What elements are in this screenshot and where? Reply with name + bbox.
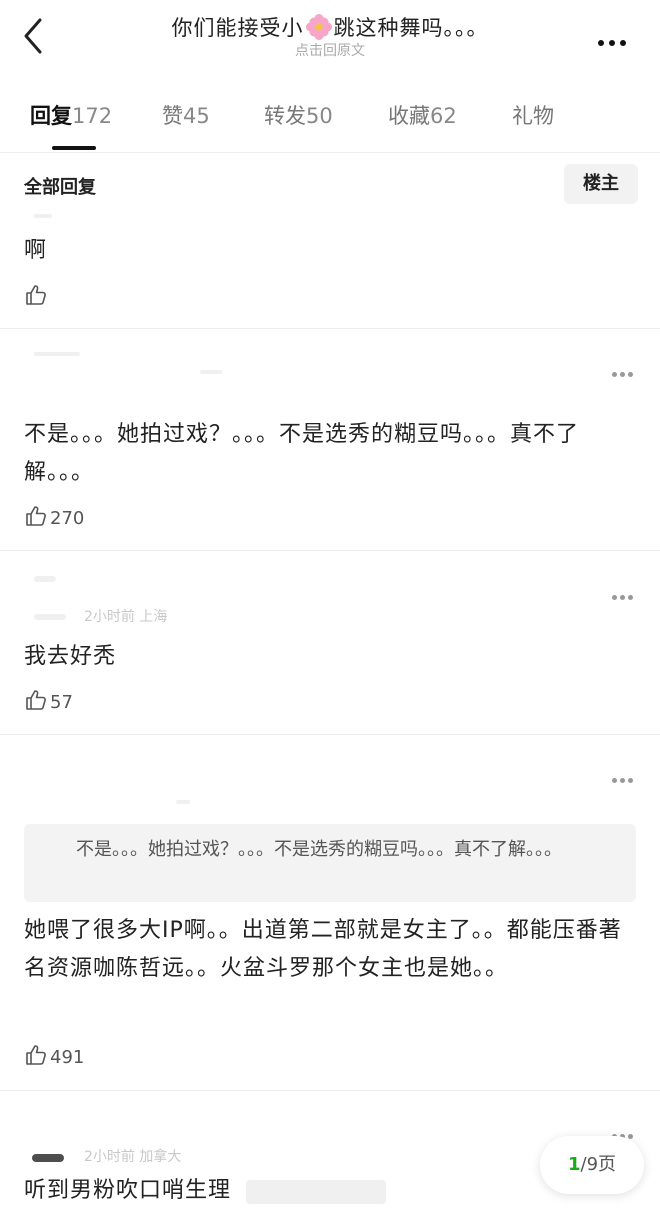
back-to-original-link[interactable]: 点击回原文 [0,40,660,60]
comment-text: 不是。。。她拍过戏？。。。不是选秀的糊豆吗。。。真不了解。。。 [24,422,580,485]
all-replies-label[interactable]: 全部回复 [24,173,96,199]
tab-replies[interactable]: 回复172 [30,100,112,130]
avatar [34,214,52,218]
divider [0,1090,660,1091]
comment-meta: 2小时前 上海 [84,609,168,625]
like-button[interactable] [24,283,50,307]
comment-more-icon[interactable] [612,362,638,377]
divider [0,328,660,329]
comment-text: 我去好秃 [24,644,117,669]
tab-label: 礼物 [512,104,554,128]
username [34,614,66,620]
comment-more-icon[interactable] [612,1124,638,1139]
tab-likes[interactable]: 赞45 [162,100,210,130]
current-page: 1 [567,1154,581,1175]
comment-text: 她喂了很多大IP啊。。出道第二部就是女主了。。都能压番著名资源咖陈哲远。。火盆斗… [24,918,622,981]
post-title[interactable]: 你们能接受小 跳这种舞吗。。。 [0,12,660,42]
like-count: 491 [50,1047,85,1068]
blurred-text [246,1180,386,1204]
like-button[interactable]: 491 [24,1043,85,1068]
avatar [34,576,56,582]
avatar [34,352,80,356]
tab-label: 收藏 [388,104,430,128]
tab-count: 172 [72,104,113,128]
divider [0,152,660,153]
tab-label: 转发 [264,104,306,128]
tab-bar: 回复172 赞45 转发50 收藏62 礼物 [0,100,660,150]
comment-text: 啊 [24,238,48,263]
divider [0,734,660,735]
quoted-reply-text: 不是。。。她拍过戏？。。。不是选秀的糊豆吗。。。真不了解。。。 [76,839,562,860]
tab-count: 62 [430,104,457,128]
quoted-reply[interactable]: 不是。。。她拍过戏？。。。不是选秀的糊豆吗。。。真不了解。。。 [24,824,636,902]
like-button[interactable]: 57 [24,688,73,713]
like-count: 270 [50,508,85,529]
more-icon[interactable] [598,31,634,46]
tab-label: 赞 [162,104,183,128]
tab-gifts[interactable]: 礼物 [512,100,554,130]
tab-count: 45 [183,104,210,128]
tab-reposts[interactable]: 转发50 [264,100,333,130]
tab-favorites[interactable]: 收藏62 [388,100,457,130]
like-count: 57 [50,692,73,713]
total-pages: /9页 [580,1154,617,1175]
thumb-up-icon [26,690,46,710]
thumb-up-icon [26,285,46,305]
thumb-up-icon [26,1045,46,1065]
tab-label: 回复 [30,104,72,128]
like-button[interactable]: 270 [24,504,85,529]
comment-text: 听到男粉吹口哨生理 [24,1178,232,1203]
owner-only-button[interactable]: 楼主 [564,164,638,204]
divider [0,550,660,551]
comment-meta: 2小时前 加拿大 [84,1149,182,1165]
comment-more-icon[interactable] [612,768,638,783]
active-tab-indicator [52,146,96,150]
post-title-left: 你们能接受小 [171,16,304,40]
page-indicator[interactable]: 1/9页 [540,1136,644,1194]
flower-emoji-icon [305,14,332,40]
post-title-right: 跳这种舞吗。。。 [333,16,489,40]
username [200,370,222,374]
top-bar: 你们能接受小 跳这种舞吗。。。 点击回原文 [0,0,660,70]
username [176,800,190,804]
thumb-up-icon [26,506,46,526]
tab-count: 50 [306,104,333,128]
comment-more-icon[interactable] [612,585,638,600]
avatar [32,1154,64,1162]
